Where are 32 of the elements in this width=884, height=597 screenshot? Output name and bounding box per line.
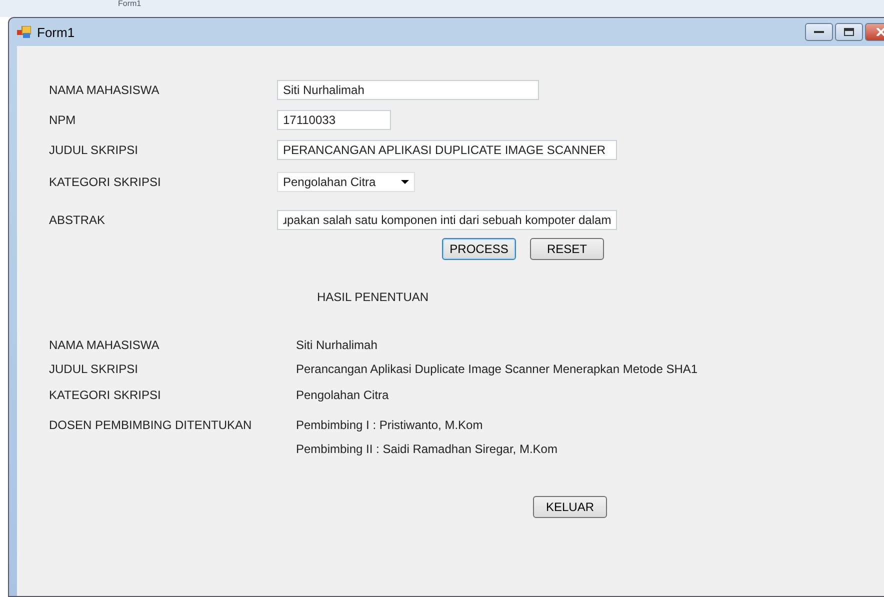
form-icon [17,26,31,38]
text-field[interactable]: ɹpakan salah satu komponen inti dari sebuah kompoter dalam [277,210,617,230]
field-label: NAMA MAHASISWA [49,83,160,97]
close-icon [876,28,884,36]
field-label: ABSTRAK [49,213,106,227]
exit-button[interactable]: KELUAR [533,496,607,518]
background-window-title: Form1 [118,0,142,8]
result-value: Pengolahan Citra [296,388,389,402]
result-label: NAMA MAHASISWA [49,338,160,352]
result-label: DOSEN PEMBIMBING DITENTUKAN [49,418,253,432]
minimize-icon [814,30,824,34]
field-label: KATEGORI SKRIPSI [49,175,162,189]
action-button[interactable]: PROCESS [442,238,516,260]
text-field[interactable]: 17110033 [277,110,391,130]
dropdown[interactable]: Pengolahan Citra [277,172,415,192]
text-field[interactable]: PERANCANGAN APLIKASI DUPLICATE IMAGE SCANNER [277,140,617,160]
result-value: Pembimbing II : Saidi Ramadhan Siregar, M.Kom [296,442,558,456]
action-button[interactable]: RESET [530,238,604,260]
minimize-button[interactable] [805,23,833,41]
maximize-button[interactable] [835,23,863,41]
result-value: Pembimbing I : Pristiwanto, M.Kom [296,418,483,432]
text-field[interactable]: Siti Nurhalimah [277,80,539,100]
field-label: JUDUL SKRIPSI [49,143,139,157]
dropdown-arrow-icon [401,180,409,184]
result-label: KATEGORI SKRIPSI [49,388,162,402]
result-value: Perancangan Aplikasi Duplicate Image Scanner Menerapkan Metode SHA1 [296,362,698,376]
result-label: JUDUL SKRIPSI [49,362,139,376]
window-title: Form1 [37,24,75,40]
result-value: Siti Nurhalimah [296,338,378,352]
section-heading: HASIL PENENTUAN [317,290,430,304]
field-label: NPM [49,113,77,127]
maximize-icon [844,28,854,36]
